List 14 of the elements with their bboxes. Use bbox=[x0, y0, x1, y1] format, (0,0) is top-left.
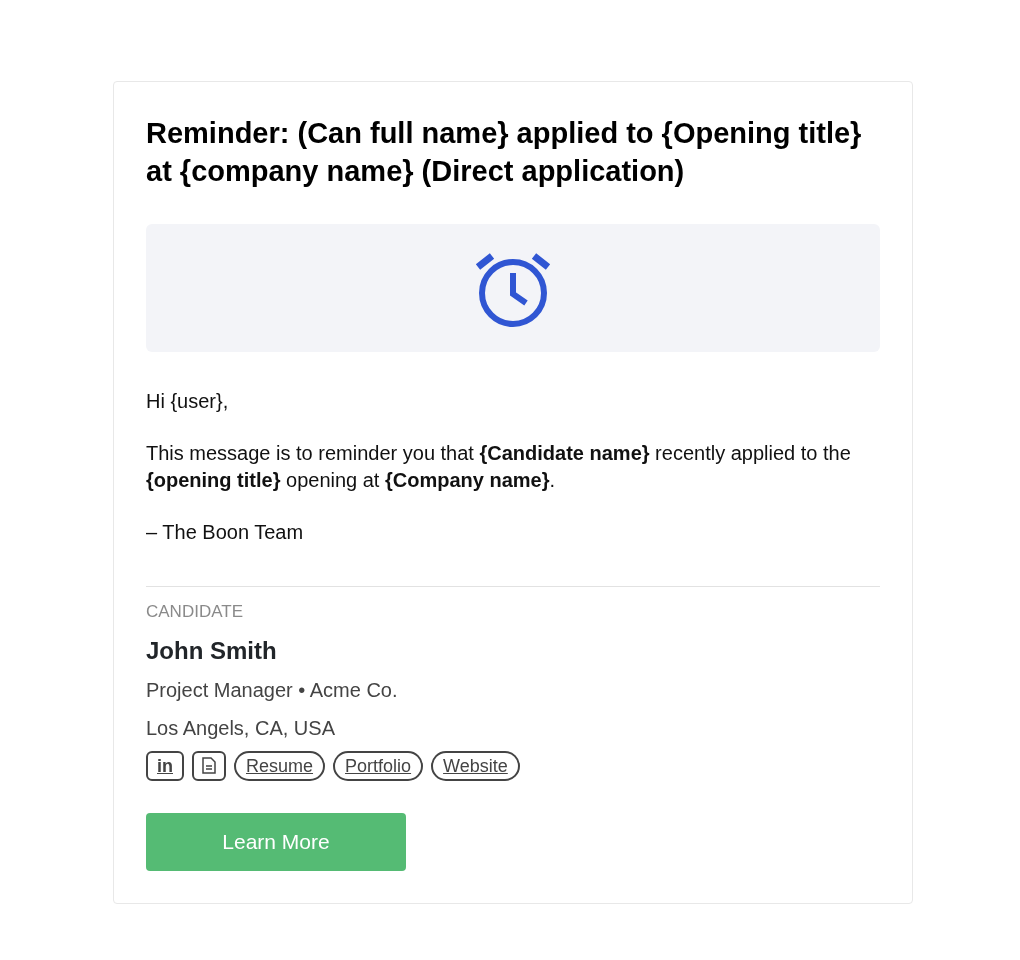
section-label: CANDIDATE bbox=[146, 601, 244, 623]
link-pill[interactable]: Website bbox=[431, 750, 520, 781]
profile-link[interactable]: in bbox=[146, 750, 184, 781]
email-title: Reminder: (Can full name} applied to {Opening title} at {company name} (Direct application) bbox=[146, 116, 863, 189]
signoff-text: – The Boon Team bbox=[146, 520, 305, 545]
candidate-location: Los Angels, CA, USA bbox=[146, 715, 336, 741]
link-pill[interactable]: Portfolio bbox=[333, 750, 424, 781]
greeting-text: Hi {user}, bbox=[146, 389, 230, 414]
document-icon bbox=[202, 757, 216, 774]
document-link[interactable] bbox=[192, 750, 226, 781]
message-text: This message is to reminder you that {Candidate name} recently applied to the {opening title} opening at {Company name}. bbox=[146, 441, 852, 493]
link-pill[interactable]: Resume bbox=[234, 750, 326, 781]
candidate-name: John Smith bbox=[146, 635, 278, 666]
candidate-role: Project Manager • Acme Co. bbox=[146, 677, 399, 703]
